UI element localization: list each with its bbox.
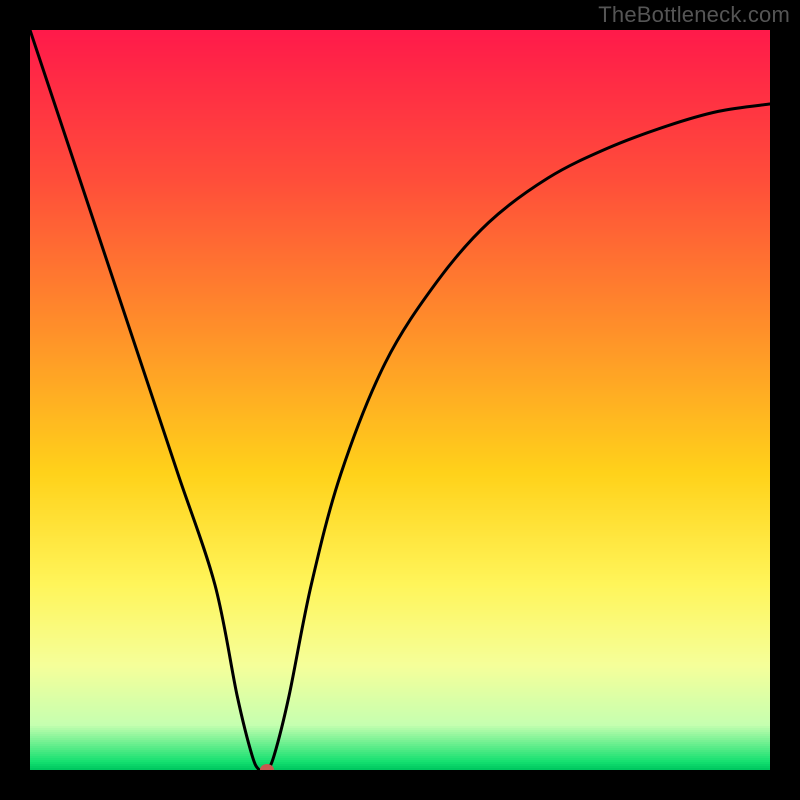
watermark-text: TheBottleneck.com [598,2,790,28]
optimal-point-marker [260,764,274,770]
plot-area [30,30,770,770]
chart-frame: TheBottleneck.com [0,0,800,800]
bottleneck-curve [30,30,770,770]
